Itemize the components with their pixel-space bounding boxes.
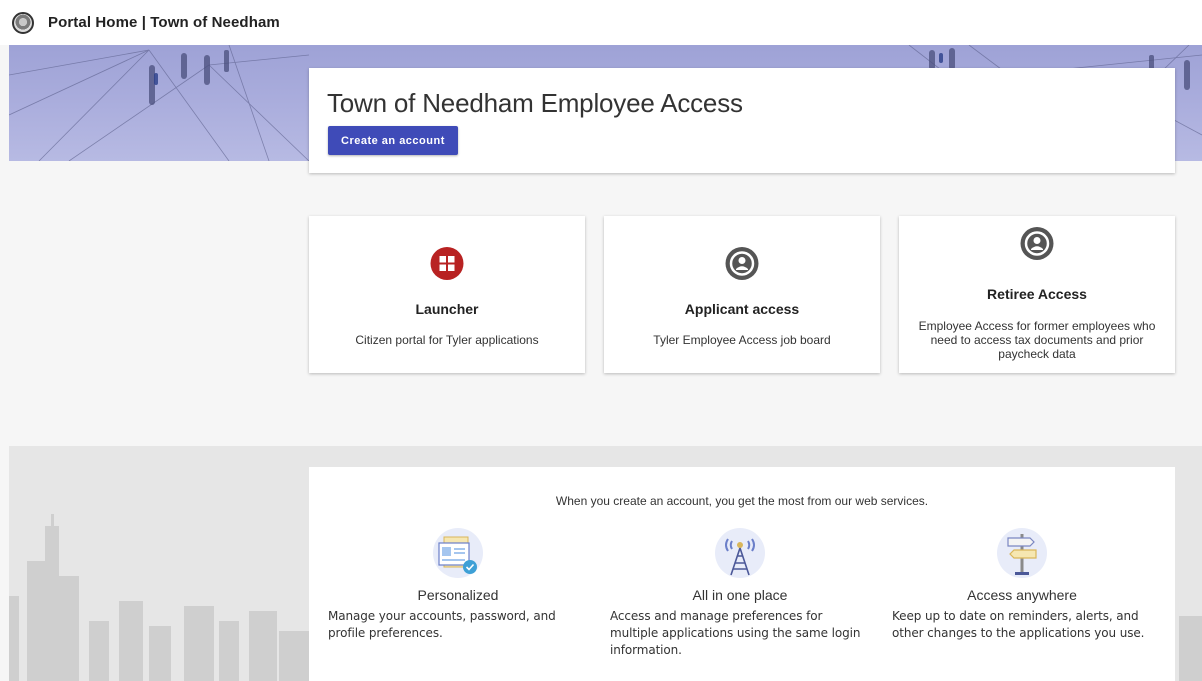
town-seal-icon[interactable] [12,11,34,34]
benefit-description: Keep up to date on reminders, alerts, an… [892,609,1145,640]
portal-home-link[interactable]: Portal Home | Town of Needham [48,14,280,31]
app-description: Citizen portal for Tyler applications [355,333,539,347]
user-circle-icon [1020,227,1054,260]
app-description: Employee Access for former employees who… [918,319,1156,361]
benefit-description: Manage your accounts, password, and prof… [328,609,556,640]
top-bar: Portal Home | Town of Needham [0,0,1202,45]
benefit-title: All in one place [692,587,788,603]
app-card-applicant-access[interactable]: Applicant access Tyler Employee Access j… [604,216,880,373]
launcher-grid-icon [430,247,464,280]
app-name: Applicant access [684,301,800,317]
benefits-intro: When you create an account, you get the … [555,494,929,508]
benefit-title: Access anywhere [967,587,1077,603]
title-card: Town of Needham Employee Access Create a… [309,68,1175,173]
benefit-description: Access and manage preferences for multip… [610,609,861,657]
app-description: Tyler Employee Access job board [653,333,831,347]
app-name: Launcher [415,301,479,317]
benefits-card: When you create an account, you get the … [309,467,1175,681]
signpost-icon [996,527,1048,579]
app-card-launcher[interactable]: Launcher Citizen portal for Tyler applic… [309,216,585,373]
benefit-title: Personalized [417,587,499,603]
user-circle-icon [725,247,759,280]
app-name: Retiree Access [987,286,1087,302]
app-card-retiree-access[interactable]: Retiree Access Employee Access for forme… [899,216,1175,373]
create-account-button[interactable]: Create an account [328,126,458,155]
profile-card-icon [432,527,484,579]
antenna-tower-icon [714,527,766,579]
page-title: Town of Needham Employee Access [327,88,743,118]
